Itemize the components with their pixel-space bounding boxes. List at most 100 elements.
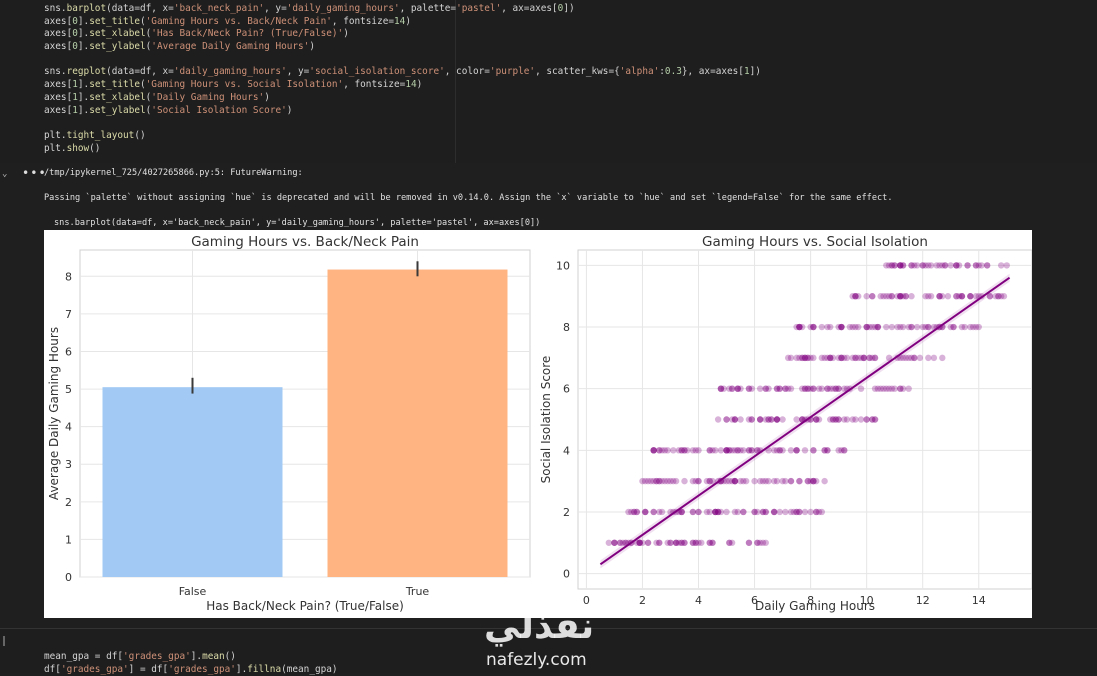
scatter-point [818, 508, 826, 516]
scatter-point [714, 416, 722, 423]
scatter-point [829, 385, 837, 392]
scatter-point [919, 262, 926, 269]
scatter-point [689, 477, 697, 485]
scatter-point [796, 477, 803, 485]
bar-false [102, 387, 283, 577]
scatter-point [827, 323, 834, 331]
scatter-point [1003, 262, 1010, 269]
scatter-point [737, 477, 744, 485]
scatter-point [653, 477, 660, 485]
scatter-point [897, 385, 904, 392]
scatter-point [745, 385, 753, 392]
warning-code: sns.barplot(data=df, x='back_neck_pain',… [54, 218, 541, 228]
scatter-point [796, 508, 803, 516]
scatter-point [849, 293, 856, 300]
scatter-point [642, 508, 649, 516]
code-cell[interactable]: sns.barplot(data=df, x='back_neck_pain',… [0, 0, 1097, 164]
scatter-point [695, 508, 702, 516]
scatter-chart-title: Gaming Hours vs. Social Isolation [702, 234, 928, 250]
scatter-point [944, 293, 952, 300]
scatter-point [843, 354, 851, 362]
scatter-point [888, 262, 896, 269]
scatter-point [664, 539, 671, 546]
scatter-point [880, 293, 887, 300]
scatter-point [1000, 293, 1008, 300]
scatter-point [801, 354, 809, 362]
scatter-y-tick-label: 4 [563, 444, 570, 457]
more-options-icon[interactable]: ••• [22, 166, 47, 180]
code-line: axes[1].set_xlabel('Daily Gaming Hours') [44, 91, 270, 103]
scatter-y-tick-label: 8 [563, 321, 570, 334]
scatter-point [821, 477, 828, 485]
code-line: axes[0].set_title('Gaming Hours vs. Back… [44, 15, 411, 27]
scatter-point [731, 508, 739, 516]
scatter-point [905, 385, 912, 392]
scatter-point [899, 323, 907, 331]
scatter-point [782, 385, 789, 392]
scatter-point [883, 323, 890, 331]
scatter-point [737, 416, 744, 423]
code-line: axes[0].set_xlabel('Has Back/Neck Pain? … [44, 28, 349, 40]
scatter-point [863, 293, 870, 300]
scatter-point [765, 477, 772, 485]
scatter-point [897, 262, 904, 269]
scatter-point [706, 539, 713, 546]
scatter-point [709, 447, 716, 454]
code2-line: df['grades_gpa'] = df['grades_gpa'].fill… [44, 663, 338, 675]
bar-y-tick-label: 5 [65, 383, 72, 396]
scatter-point [650, 447, 657, 454]
code-line: sns.regplot(data=df, x='daily_gaming_hou… [44, 66, 761, 78]
scatter-point [810, 447, 817, 454]
scatter-point [779, 477, 786, 485]
scatter-point [953, 293, 960, 300]
scatter-point [745, 416, 753, 423]
scatter-point [807, 508, 814, 516]
scatter-point [995, 293, 1002, 300]
scatter-point [908, 323, 915, 331]
scatter-point [958, 323, 966, 331]
scatter-point [672, 477, 680, 485]
scatter-point [930, 354, 938, 362]
scatter-point [661, 477, 669, 485]
scatter-point [762, 508, 769, 516]
bar-y-tick-label: 1 [65, 533, 72, 546]
code-editor[interactable]: sns.barplot(data=df, x='back_neck_pain',… [44, 3, 761, 155]
code-line: axes[1].set_title('Gaming Hours vs. Soci… [44, 79, 423, 91]
scatter-point [656, 539, 663, 546]
scatter-point [916, 354, 924, 362]
scatter-point [902, 293, 910, 300]
scatter-point [815, 385, 823, 392]
scatter-point [717, 508, 725, 516]
bar-true [327, 269, 508, 577]
scatter-point [824, 385, 831, 392]
bar-y-tick-label: 8 [65, 270, 72, 283]
scatter-point [611, 539, 618, 546]
scatter-point [723, 447, 730, 454]
scatter-point [804, 477, 812, 485]
bar-chart-title: Gaming Hours vs. Back/Neck Pain [191, 234, 419, 250]
scatter-point [751, 477, 758, 485]
warning-header: /tmp/ipykernel_725/4027265866.py:5: Futu… [44, 168, 303, 178]
scatter-x-tick-label: 2 [639, 594, 646, 607]
warning-body: Passing `palette` without assigning `hue… [44, 193, 893, 203]
output-toolbar[interactable]: ⌄ ••• [0, 163, 46, 193]
scatter-point [801, 447, 809, 454]
output-figure: 0 1 2 3 4 5 6 7 8 False True Gaming Hours vs. Back/… [44, 230, 1032, 618]
scatter-point [888, 293, 896, 300]
scatter-point [773, 385, 781, 392]
scatter-point [779, 416, 786, 423]
scatter-point [958, 293, 966, 300]
scatter-y-axis-label: Social Isolation Score [539, 356, 553, 484]
scatter-point [770, 477, 778, 485]
scatter-point [658, 508, 666, 516]
collapse-chevron-icon[interactable]: ⌄ [2, 169, 7, 179]
watermark-logo: نفذلي nafezly.com [480, 606, 620, 672]
scatter-x-tick-label: 4 [695, 594, 702, 607]
scatter-point [726, 539, 733, 546]
code-editor-2[interactable]: mean_gpa = df['grades_gpa'].mean() df['gr… [44, 651, 338, 676]
scatter-point [762, 539, 769, 546]
scatter-point [908, 354, 915, 362]
scatter-point [644, 477, 652, 485]
